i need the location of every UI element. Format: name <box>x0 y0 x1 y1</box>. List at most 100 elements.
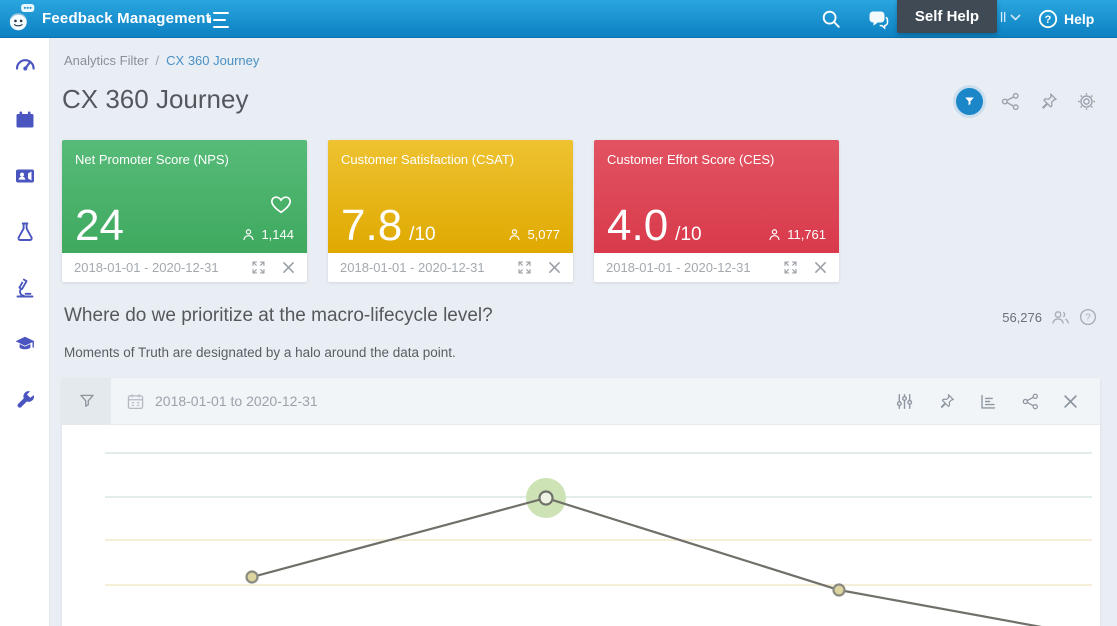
pushpin-icon <box>1042 93 1057 109</box>
kpi-number: 24 <box>75 201 124 250</box>
kpi-title: Net Promoter Score (NPS) <box>75 152 229 167</box>
chart-filter-button[interactable] <box>62 378 111 425</box>
breadcrumb: Analytics Filter / CX 360 Journey <box>64 53 259 68</box>
kpi-count: 1,144 <box>261 227 294 242</box>
kpi-card-ces-body: Customer Effort Score (CES) 4.0 /10 11,7… <box>594 140 839 253</box>
chart-area <box>62 425 1100 626</box>
pushpin-icon <box>940 393 954 408</box>
topbar: Feedback Management Self Help ll ? Help <box>0 0 1117 38</box>
close-button[interactable] <box>548 261 561 274</box>
section-subheading: Moments of Truth are designated by a hal… <box>64 345 456 360</box>
breadcrumb-separator: / <box>155 53 160 68</box>
funnel-icon <box>79 394 94 407</box>
search-icon[interactable] <box>820 8 842 30</box>
funnel-icon <box>965 97 974 106</box>
app-logo[interactable] <box>7 3 39 35</box>
chat-icon[interactable] <box>866 8 890 32</box>
page-title: CX 360 Journey <box>62 84 249 114</box>
share-icon <box>1001 92 1019 111</box>
kpi-value: 24 <box>75 204 131 248</box>
calendar-icon <box>16 111 33 128</box>
close-button[interactable] <box>282 261 295 274</box>
close-icon <box>815 262 826 273</box>
section-heading: Where do we prioritize at the macro-life… <box>64 305 493 326</box>
kpi-title: Customer Effort Score (CES) <box>607 152 775 167</box>
share-button[interactable] <box>1000 91 1021 112</box>
settings-button[interactable] <box>1076 91 1097 112</box>
sidebar-item-research[interactable] <box>13 276 37 300</box>
gear-icon <box>1078 93 1095 110</box>
kpi-value: 7.8 /10 <box>341 204 436 248</box>
close-icon <box>1064 394 1077 408</box>
kpi-title: Customer Satisfaction (CSAT) <box>341 152 515 167</box>
chart-share-button[interactable] <box>1021 392 1040 411</box>
microscope-icon <box>16 278 33 298</box>
user-label: ll <box>1000 9 1007 25</box>
sidebar-item-academy[interactable] <box>13 332 37 356</box>
flask-icon <box>17 222 33 241</box>
kpi-card-footer: 2018-01-01 - 2020-12-31 <box>328 253 573 282</box>
breadcrumb-parent[interactable]: Analytics Filter <box>64 53 149 68</box>
chart-date-range[interactable]: 2018-01-01 to 2020-12-31 <box>155 393 318 409</box>
kpi-respondents: 11,761 <box>767 227 826 242</box>
kpi-card-csat-body: Customer Satisfaction (CSAT) 7.8 /10 5,0… <box>328 140 573 253</box>
calendar-icon[interactable] <box>126 392 145 411</box>
expand-button[interactable] <box>782 259 799 276</box>
help-label: Help <box>1064 11 1095 27</box>
expand-button[interactable] <box>250 259 267 276</box>
chart-type-button[interactable] <box>979 392 998 411</box>
chart-settings-button[interactable] <box>895 392 914 411</box>
kpi-card-footer: 2018-01-01 - 2020-12-31 <box>594 253 839 282</box>
graduation-cap-icon <box>15 336 34 350</box>
journey-line-chart[interactable] <box>62 425 1100 626</box>
heart-icon <box>268 192 294 216</box>
kpi-suffix: /10 <box>409 224 436 245</box>
kpi-card-csat: Customer Satisfaction (CSAT) 7.8 /10 5,0… <box>328 140 573 282</box>
contact-card-icon <box>15 169 34 183</box>
expand-button[interactable] <box>516 259 533 276</box>
person-icon <box>509 229 521 241</box>
journey-chart-panel: 2018-01-01 to 2020-12-31 <box>62 378 1100 626</box>
menu-fold-icon[interactable] <box>205 11 229 29</box>
person-icon <box>243 229 255 241</box>
sidebar <box>0 38 50 626</box>
user-menu[interactable]: ll <box>1000 9 1021 25</box>
gauge-icon <box>15 59 35 71</box>
chart-toolbar: 2018-01-01 to 2020-12-31 <box>62 378 1100 425</box>
sidebar-item-contacts[interactable] <box>13 164 37 188</box>
app-title: Feedback Management <box>42 10 211 27</box>
question-circle-icon: ? <box>1038 9 1058 29</box>
self-help-button[interactable]: Self Help <box>897 0 997 33</box>
svg-text:?: ? <box>1085 312 1091 323</box>
person-icon <box>769 229 780 241</box>
close-button[interactable] <box>814 261 827 274</box>
section-meta: 56,276 ? <box>1002 308 1097 326</box>
chart-close-button[interactable] <box>1063 394 1078 409</box>
kpi-date-range: 2018-01-01 - 2020-12-31 <box>340 260 485 275</box>
sidebar-item-dashboard[interactable] <box>13 52 37 76</box>
sidebar-item-tools[interactable] <box>13 388 37 412</box>
fullscreen-icon <box>784 261 797 274</box>
svg-text:?: ? <box>1045 14 1052 26</box>
people-icon <box>1052 311 1069 324</box>
chart-pin-button[interactable] <box>937 392 956 411</box>
help-button[interactable]: ? Help <box>1038 9 1094 29</box>
breadcrumb-current[interactable]: CX 360 Journey <box>166 53 259 68</box>
kpi-date-range: 2018-01-01 - 2020-12-31 <box>606 260 751 275</box>
chevron-down-icon <box>1010 13 1021 21</box>
kpi-number: 7.8 <box>341 201 403 250</box>
kpi-card-nps: Net Promoter Score (NPS) 24 1,144 2018-0… <box>62 140 307 282</box>
kpi-card-ces: Customer Effort Score (CES) 4.0 /10 11,7… <box>594 140 839 282</box>
kpi-card-footer: 2018-01-01 - 2020-12-31 <box>62 253 307 282</box>
kpi-respondents: 1,144 <box>241 227 294 242</box>
close-icon <box>283 262 294 273</box>
kpi-suffix: /10 <box>675 224 702 245</box>
filter-button[interactable] <box>956 88 983 115</box>
pin-button[interactable] <box>1038 91 1059 112</box>
close-icon <box>549 262 560 273</box>
kpi-count: 5,077 <box>527 227 560 242</box>
sidebar-item-lab[interactable] <box>13 220 37 244</box>
chart-toolbar-actions <box>895 392 1100 411</box>
sidebar-item-planner[interactable] <box>13 108 37 132</box>
question-circle-icon[interactable]: ? <box>1079 308 1097 326</box>
